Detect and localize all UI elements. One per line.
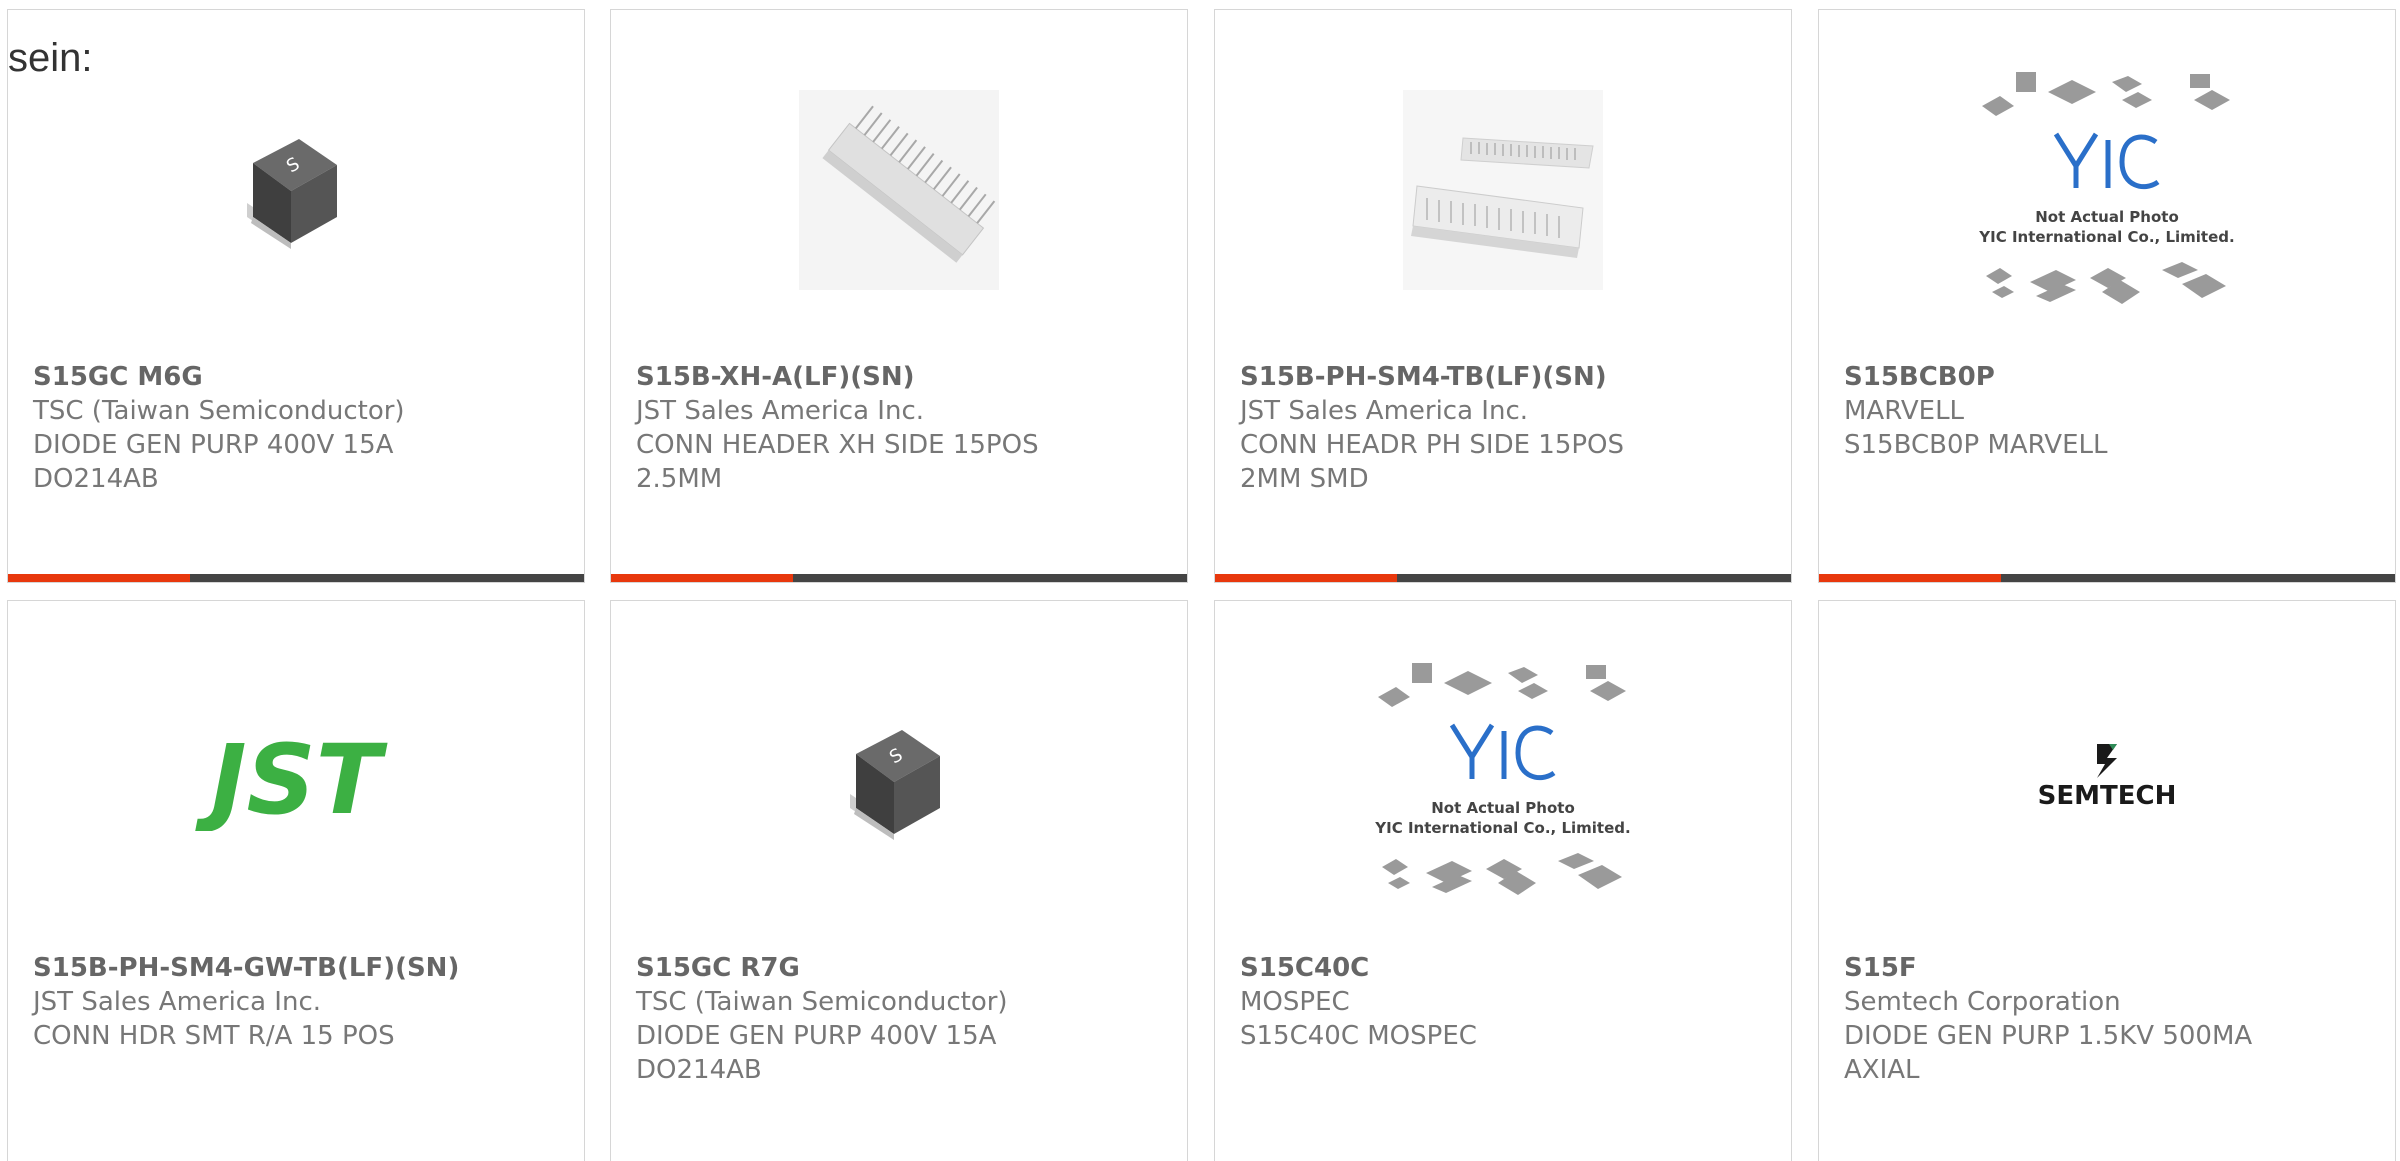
header-connector-icon (799, 90, 999, 290)
svg-text:YIC International Co., Limited: YIC International Co., Limited. (1374, 819, 1630, 837)
product-image[interactable]: SEMTECH (1819, 661, 2395, 901)
product-card[interactable]: Not Actual Photo YIC International Co., … (1818, 9, 2396, 583)
manufacturer: TSC (Taiwan Semiconductor) (33, 396, 405, 426)
manufacturer: Semtech Corporation (1844, 987, 2121, 1017)
manufacturer: MARVELL (1844, 396, 1965, 426)
card-bottom-bar (8, 574, 584, 582)
card-bottom-bar (1215, 574, 1791, 582)
not-actual-photo-icon: Not Actual Photo YIC International Co., … (1374, 663, 1631, 895)
smd-connector-icon (1403, 90, 1603, 290)
part-number[interactable]: S15F (1844, 951, 2375, 985)
product-grid-page: sein: S S15GC M6G TSC (Taiwan Semiconduc… (0, 0, 2400, 1161)
description: DIODE GEN PURP 400V 15A (33, 430, 394, 460)
description: DIODE GEN PURP 400V 15A (636, 1021, 997, 1051)
svg-text:YIC International Co., Limited: YIC International Co., Limited. (1978, 228, 2234, 246)
part-number[interactable]: S15B-XH-A(LF)(SN) (636, 360, 1167, 394)
product-card[interactable]: Not Actual Photo YIC International Co., … (1214, 600, 1792, 1161)
part-number[interactable]: S15GC R7G (636, 951, 1167, 985)
product-card[interactable]: S S15GC M6G TSC (Taiwan Semiconductor) D… (7, 9, 585, 583)
manufacturer: JST Sales America Inc. (1240, 396, 1529, 426)
part-number[interactable]: S15GC M6G (33, 360, 564, 394)
part-number[interactable]: S15C40C (1240, 951, 1771, 985)
description-cont: AXIAL (1844, 1055, 1920, 1085)
svg-text:JST: JST (195, 731, 388, 831)
product-card[interactable]: SEMTECH S15F Semtech Corporation DIODE G… (1818, 600, 2396, 1161)
semtech-logo-icon: SEMTECH (2038, 744, 2177, 811)
part-number[interactable]: S15B-PH-SM4-GW-TB(LF)(SN) (33, 951, 564, 985)
manufacturer: JST Sales America Inc. (33, 987, 322, 1017)
jst-logo-icon: JST (195, 731, 388, 831)
svg-text:Not Actual Photo: Not Actual Photo (1431, 799, 1575, 817)
not-actual-photo-icon: Not Actual Photo YIC International Co., … (1978, 72, 2235, 304)
product-image[interactable]: S (8, 70, 584, 310)
product-image[interactable]: JST (8, 661, 584, 901)
svg-text:SEMTECH: SEMTECH (2038, 781, 2177, 811)
description: DIODE GEN PURP 1.5KV 500MA (1844, 1021, 2253, 1051)
description: CONN HEADR PH SIDE 15POS (1240, 430, 1625, 460)
product-card[interactable]: JST S15B-PH-SM4-GW-TB(LF)(SN) JST Sales … (7, 600, 585, 1161)
manufacturer: JST Sales America Inc. (636, 396, 925, 426)
product-card[interactable]: S15B-XH-A(LF)(SN) JST Sales America Inc.… (610, 9, 1188, 583)
product-image[interactable]: Not Actual Photo YIC International Co., … (1215, 661, 1791, 901)
part-number[interactable]: S15BCB0P (1844, 360, 2375, 394)
smd-diode-icon: S (850, 730, 940, 840)
manufacturer: TSC (Taiwan Semiconductor) (636, 987, 1008, 1017)
description-cont: DO214AB (33, 464, 159, 494)
product-card[interactable]: S S15GC R7G TSC (Taiwan Semiconductor) D… (610, 600, 1188, 1161)
description-cont: 2.5MM (636, 464, 723, 494)
card-bottom-bar (611, 574, 1187, 582)
description: CONN HEADER XH SIDE 15POS (636, 430, 1039, 460)
manufacturer: MOSPEC (1240, 987, 1350, 1017)
smd-diode-icon: S (247, 139, 337, 249)
svg-text:Not Actual Photo: Not Actual Photo (2035, 208, 2179, 226)
product-image[interactable] (1215, 70, 1791, 310)
description-cont: DO214AB (636, 1055, 762, 1085)
part-number[interactable]: S15B-PH-SM4-TB(LF)(SN) (1240, 360, 1771, 394)
product-card[interactable]: S15B-PH-SM4-TB(LF)(SN) JST Sales America… (1214, 9, 1792, 583)
product-image[interactable] (611, 70, 1187, 310)
description-cont: 2MM SMD (1240, 464, 1369, 494)
product-image[interactable]: S (611, 661, 1187, 901)
description: S15C40C MOSPEC (1240, 1021, 1477, 1051)
prefix-text: sein: (8, 36, 93, 80)
product-image[interactable]: Not Actual Photo YIC International Co., … (1819, 70, 2395, 310)
description: S15BCB0P MARVELL (1844, 430, 2108, 460)
description: CONN HDR SMT R/A 15 POS (33, 1021, 395, 1051)
card-bottom-bar (1819, 574, 2395, 582)
